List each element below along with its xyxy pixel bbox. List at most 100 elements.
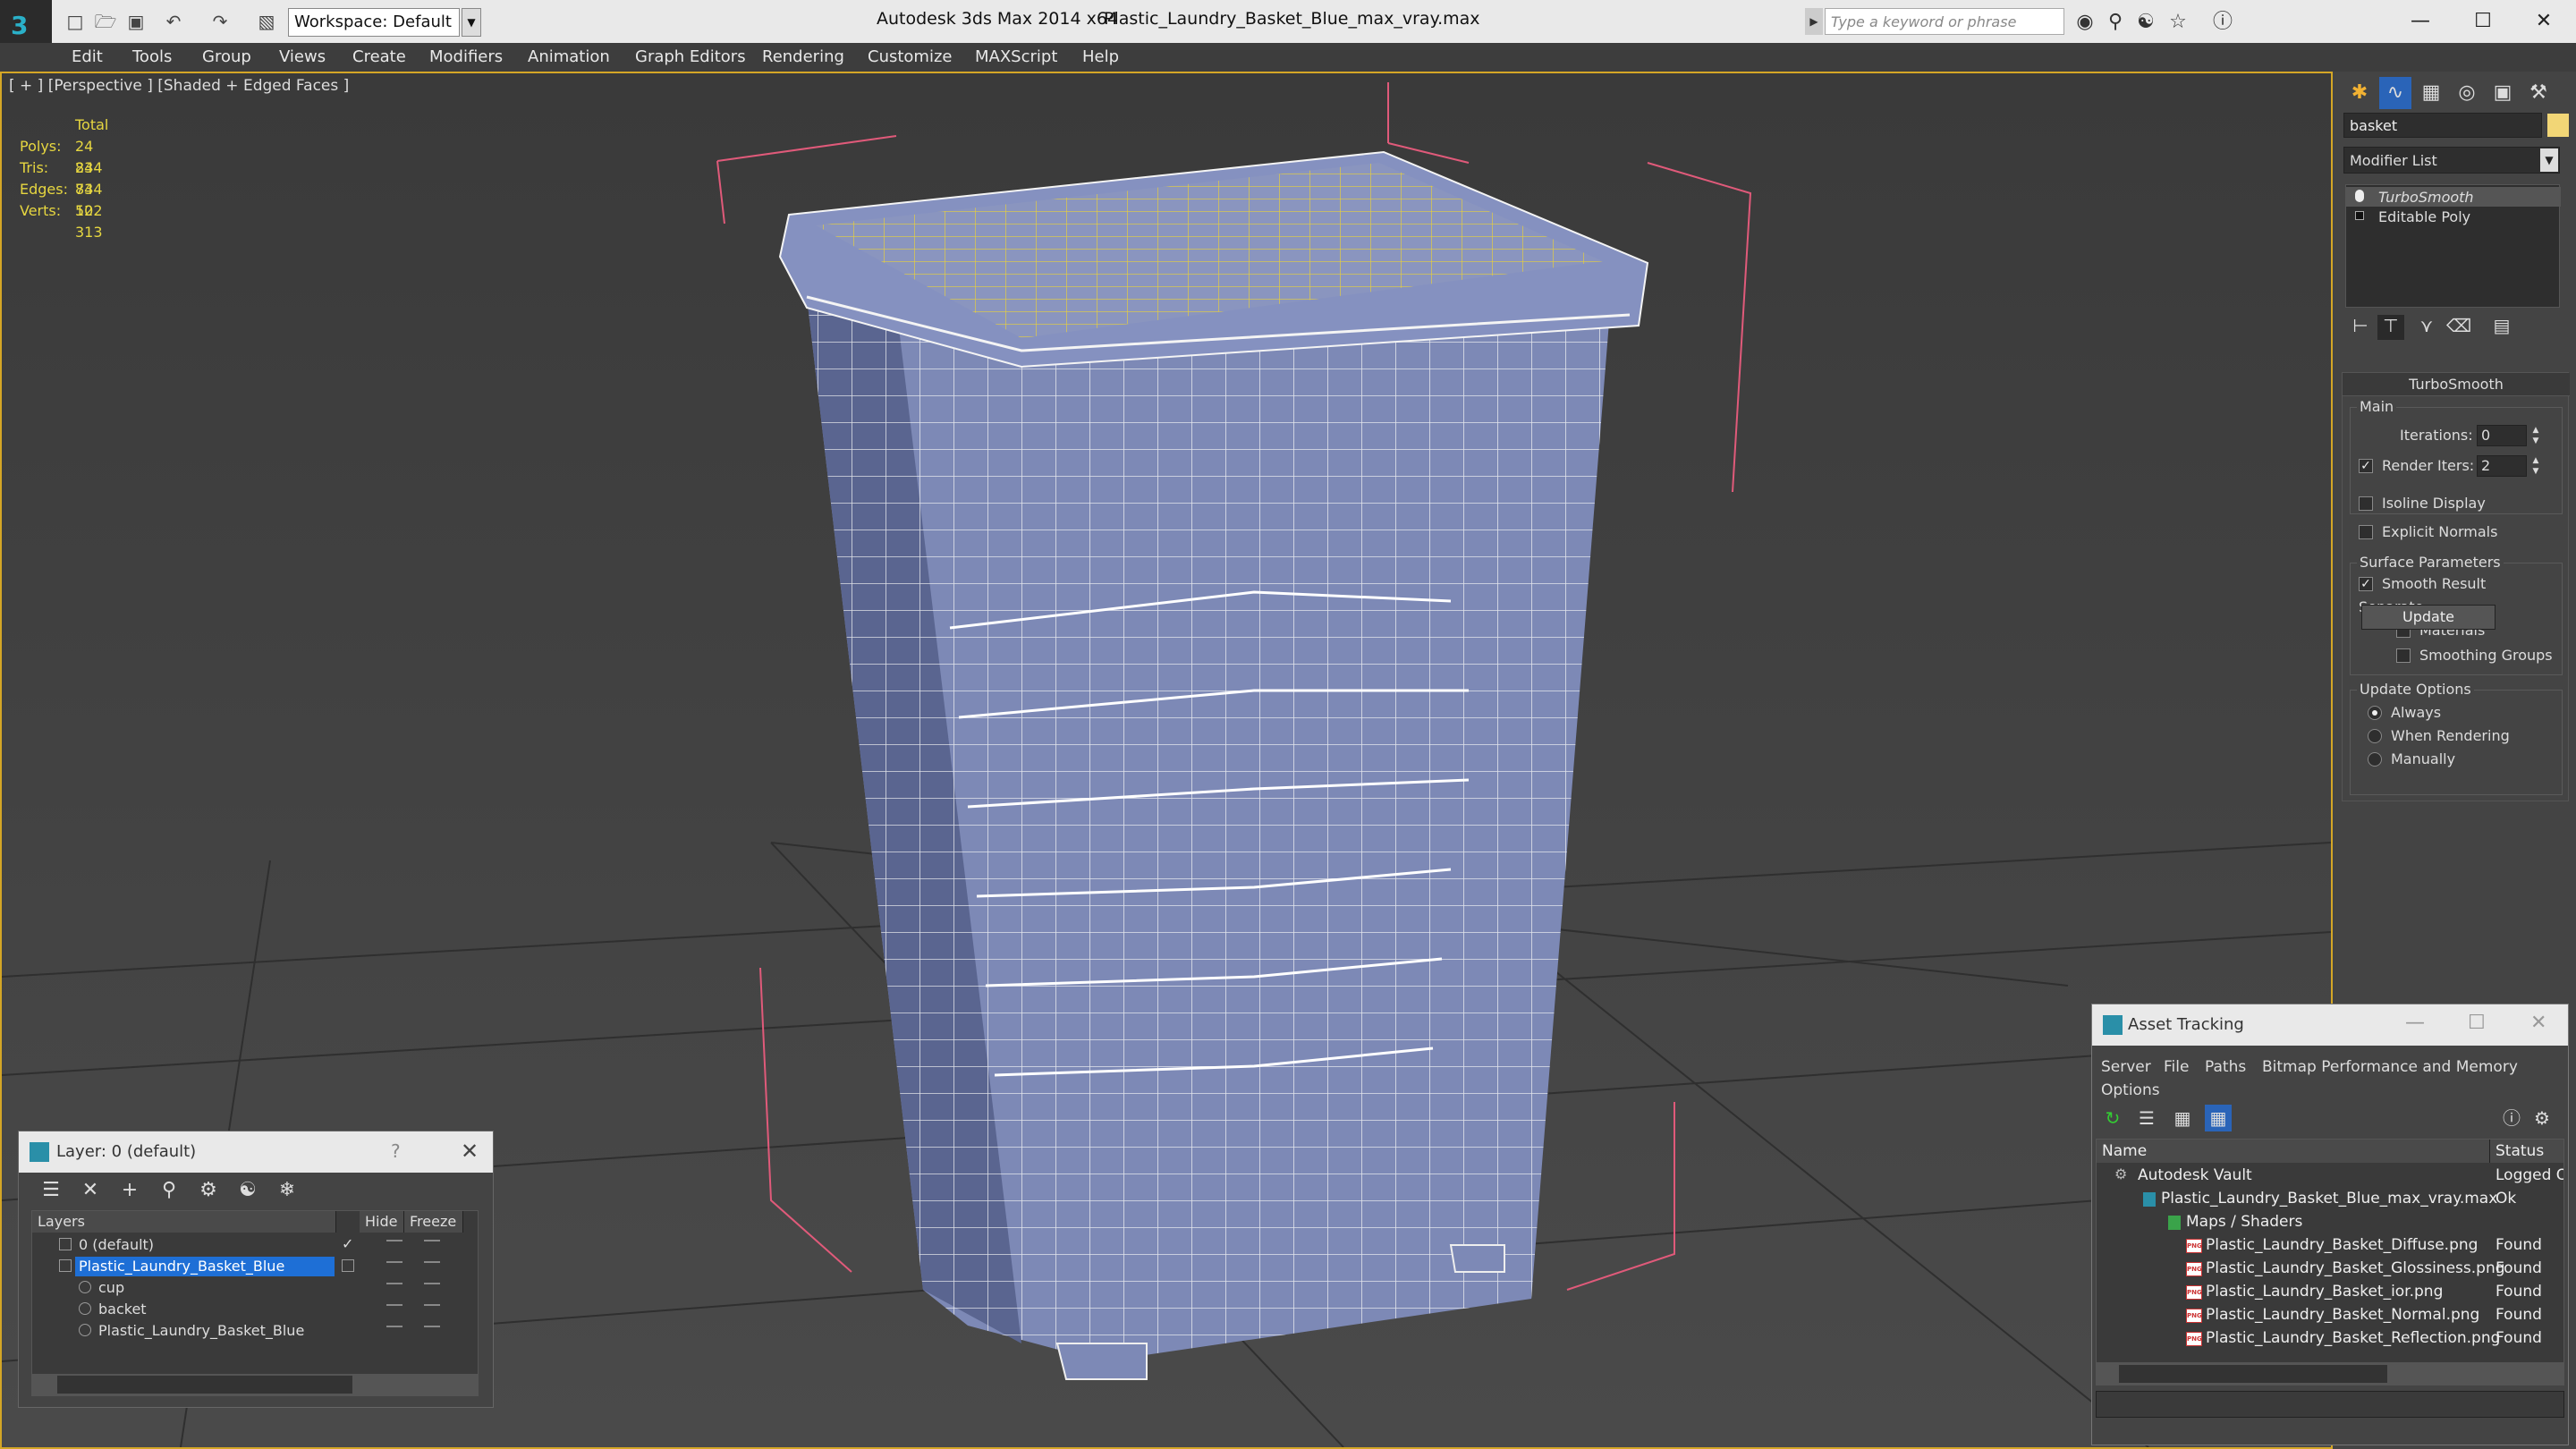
render-iters-checkbox[interactable]: ✓ bbox=[2359, 459, 2373, 473]
lightbulb-icon[interactable] bbox=[2355, 190, 2364, 202]
search-expand-icon[interactable]: ▶ bbox=[1805, 8, 1823, 35]
show-end-result-icon[interactable]: ⊤ bbox=[2377, 315, 2404, 340]
maximize-button[interactable]: ☐ bbox=[2456, 5, 2510, 38]
always-radio[interactable] bbox=[2368, 706, 2382, 720]
minimize-button[interactable]: — bbox=[2405, 1012, 2425, 1034]
display-tab-icon[interactable]: ▣ bbox=[2487, 77, 2519, 109]
isoline-display-checkbox[interactable] bbox=[2359, 496, 2373, 511]
menu-help[interactable]: Help bbox=[1082, 47, 1119, 66]
iterations-spinner[interactable]: 0 bbox=[2477, 425, 2527, 446]
list-view-icon[interactable]: ☰ bbox=[2133, 1105, 2160, 1131]
modifier-list-dropdown[interactable]: Modifier List bbox=[2343, 147, 2560, 174]
chevron-down-icon[interactable]: ▼ bbox=[2540, 148, 2558, 172]
communication-icon[interactable]: ☯ bbox=[2132, 9, 2159, 36]
menu-rendering[interactable]: Rendering bbox=[762, 47, 844, 66]
menu-graph-editors[interactable]: Graph Editors bbox=[635, 47, 746, 66]
asset-row[interactable]: PNG Plastic_Laundry_Basket_Diffuse.png F… bbox=[2097, 1234, 2563, 1258]
open-file-icon[interactable]: 🗁 bbox=[93, 9, 118, 34]
help-icon[interactable]: ? bbox=[391, 1140, 401, 1162]
asset-window-titlebar[interactable]: Asset Tracking — ☐ ✕ bbox=[2092, 1004, 2568, 1046]
pin-stack-icon[interactable]: ⊢ bbox=[2347, 315, 2374, 340]
freeze-toggle[interactable] bbox=[424, 1326, 440, 1327]
configure-sets-icon[interactable]: ▤ bbox=[2488, 315, 2515, 340]
motion-tab-icon[interactable]: ◎ bbox=[2451, 77, 2483, 109]
create-tab-icon[interactable]: ✱ bbox=[2343, 77, 2376, 109]
spinner-arrows-icon[interactable]: ▲ ▼ bbox=[2530, 455, 2541, 477]
hide-toggle[interactable] bbox=[386, 1304, 402, 1306]
select-objects-icon[interactable]: ⚲ bbox=[155, 1176, 183, 1205]
object-name-input[interactable]: basket bbox=[2343, 113, 2542, 138]
menu-options[interactable]: Options bbox=[2101, 1081, 2160, 1099]
close-button[interactable]: ✕ bbox=[2530, 1012, 2546, 1034]
expand-icon[interactable] bbox=[2355, 211, 2364, 220]
menu-tools[interactable]: Tools bbox=[132, 47, 172, 66]
layer-row[interactable]: cup bbox=[32, 1277, 478, 1299]
asset-row[interactable]: ⚙ Autodesk Vault Logged O bbox=[2097, 1165, 2563, 1188]
horizontal-scrollbar[interactable] bbox=[32, 1374, 478, 1395]
freeze-toggle[interactable] bbox=[424, 1283, 440, 1284]
help-icon[interactable]: ⓘ bbox=[2209, 9, 2236, 36]
menu-maxscript[interactable]: MAXScript bbox=[975, 47, 1057, 66]
delete-layer-icon[interactable]: ✕ bbox=[76, 1176, 105, 1205]
status-column-header[interactable]: Status bbox=[2490, 1140, 2563, 1163]
layer-row[interactable]: Plastic_Laundry_Basket_Blue bbox=[32, 1256, 478, 1277]
new-file-icon[interactable]: □ bbox=[63, 9, 88, 34]
hide-toggle[interactable] bbox=[386, 1240, 402, 1241]
undo-icon[interactable]: ↶ bbox=[161, 9, 186, 34]
rollout-title[interactable]: TurboSmooth bbox=[2343, 373, 2570, 396]
object-color-swatch[interactable] bbox=[2547, 114, 2569, 137]
layer-row[interactable]: backet bbox=[32, 1299, 478, 1320]
asset-row[interactable]: Maps / Shaders bbox=[2097, 1211, 2563, 1234]
hide-all-icon[interactable]: ☯ bbox=[233, 1176, 262, 1205]
hide-toggle[interactable] bbox=[386, 1283, 402, 1284]
tree-view-icon[interactable]: ▦ bbox=[2169, 1105, 2196, 1131]
layer-window-titlebar[interactable]: Layer: 0 (default) ? ✕ bbox=[19, 1131, 493, 1173]
project-icon[interactable]: ▧ bbox=[254, 9, 279, 34]
update-button[interactable]: Update bbox=[2361, 605, 2496, 630]
search-input[interactable]: Type a keyword or phrase bbox=[1825, 8, 2064, 35]
smoothing-groups-checkbox[interactable] bbox=[2396, 648, 2411, 663]
maximize-button[interactable]: ☐ bbox=[2468, 1012, 2486, 1034]
binoculars-icon[interactable]: ◉ bbox=[2072, 9, 2098, 36]
menu-edit[interactable]: Edit bbox=[72, 47, 103, 66]
close-icon[interactable]: ✕ bbox=[461, 1139, 479, 1164]
explicit-normals-checkbox[interactable] bbox=[2359, 525, 2373, 539]
menu-file[interactable]: File bbox=[2164, 1058, 2189, 1076]
hierarchy-tab-icon[interactable]: ▦ bbox=[2415, 77, 2447, 109]
freeze-toggle[interactable] bbox=[424, 1304, 440, 1306]
menu-animation[interactable]: Animation bbox=[528, 47, 610, 66]
freeze-toggle[interactable] bbox=[424, 1240, 440, 1241]
modify-tab-icon[interactable]: ∿ bbox=[2379, 77, 2411, 109]
hide-column-header[interactable]: Hide bbox=[360, 1211, 404, 1233]
asset-row[interactable]: PNG Plastic_Laundry_Basket_Normal.png Fo… bbox=[2097, 1304, 2563, 1327]
smooth-result-checkbox[interactable]: ✓ bbox=[2359, 577, 2373, 591]
render-iters-spinner[interactable]: 2 bbox=[2477, 455, 2527, 477]
stack-item-editable-poly[interactable]: Editable Poly bbox=[2346, 207, 2561, 226]
remove-modifier-icon[interactable]: ⌫ bbox=[2445, 315, 2472, 340]
asset-row[interactable]: PNG Plastic_Laundry_Basket_Reflection.pn… bbox=[2097, 1327, 2563, 1351]
minimize-button[interactable]: — bbox=[2394, 5, 2447, 38]
close-button[interactable]: ✕ bbox=[2517, 5, 2571, 38]
refresh-icon[interactable]: ↻ bbox=[2099, 1105, 2126, 1131]
table-view-icon[interactable]: ▦ bbox=[2205, 1105, 2232, 1131]
workspace-dropdown[interactable]: Workspace: Default bbox=[288, 8, 460, 37]
layer-row[interactable]: Plastic_Laundry_Basket_Blue bbox=[32, 1320, 478, 1342]
save-icon[interactable]: ▣ bbox=[123, 9, 148, 34]
name-column-header[interactable]: Name bbox=[2097, 1140, 2490, 1163]
manually-radio[interactable] bbox=[2368, 752, 2382, 767]
horizontal-scrollbar[interactable] bbox=[2096, 1362, 2564, 1385]
hide-toggle[interactable] bbox=[386, 1326, 402, 1327]
scrollbar-thumb[interactable] bbox=[57, 1376, 352, 1394]
freeze-all-icon[interactable]: ❄ bbox=[273, 1176, 301, 1205]
menu-group[interactable]: Group bbox=[202, 47, 251, 66]
make-unique-icon[interactable]: ⋎ bbox=[2413, 315, 2440, 340]
utilities-tab-icon[interactable]: ⚒ bbox=[2522, 77, 2555, 109]
menu-bitmap-performance[interactable]: Bitmap Performance and Memory bbox=[2262, 1058, 2518, 1076]
settings-icon[interactable]: ⚙ bbox=[2529, 1105, 2555, 1131]
highlight-layer-icon[interactable]: ⚙ bbox=[194, 1176, 223, 1205]
scrollbar-thumb[interactable] bbox=[2119, 1365, 2387, 1383]
menu-create[interactable]: Create bbox=[352, 47, 406, 66]
asset-row[interactable]: PNG Plastic_Laundry_Basket_ior.png Found bbox=[2097, 1281, 2563, 1304]
viewport-label[interactable]: [ + ] [Perspective ] [Shaded + Edged Fac… bbox=[9, 77, 349, 95]
menu-paths[interactable]: Paths bbox=[2205, 1058, 2246, 1076]
